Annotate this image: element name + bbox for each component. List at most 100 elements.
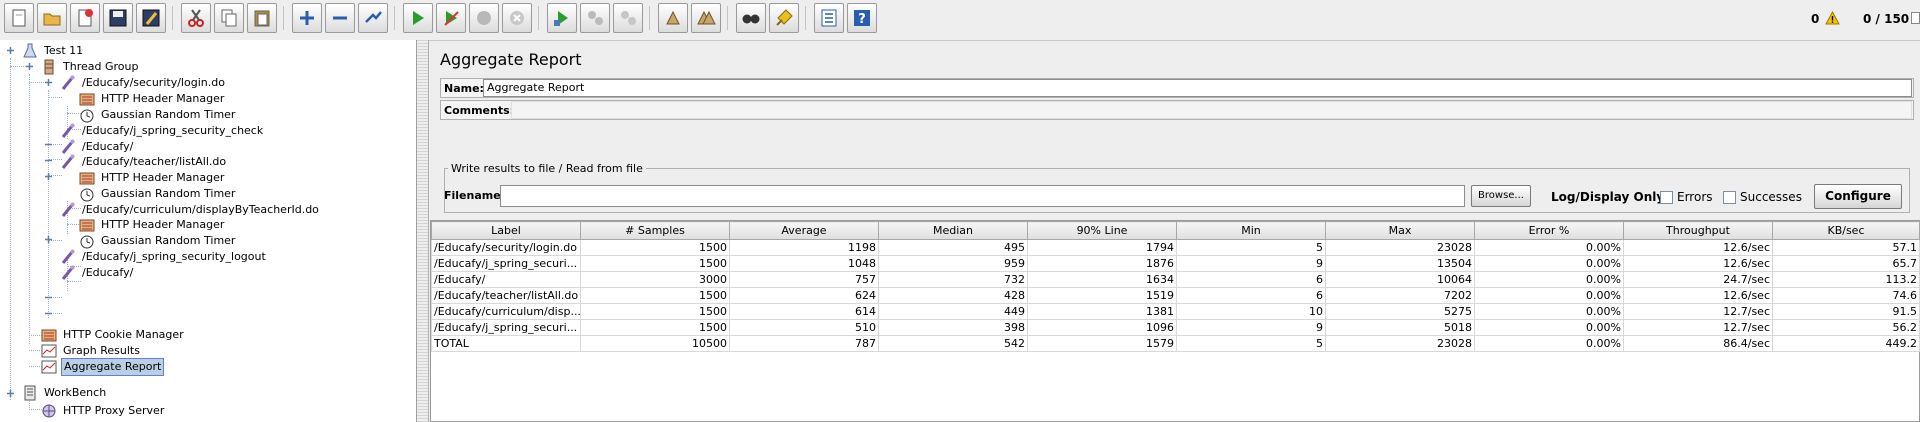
save-as-icon[interactable] <box>136 3 166 33</box>
split-pane-divider[interactable] <box>417 40 429 422</box>
expand-toggle-icon[interactable] <box>44 172 53 181</box>
table-cell: 5 <box>1176 239 1326 256</box>
comments-row: Comments: <box>440 100 1914 120</box>
table-cell: 1198 <box>729 239 879 256</box>
table-row[interactable]: /Educafy/j_spring_securi... 1500 1048 959 18… <box>431 255 1920 272</box>
tree-node-label: Aggregate Report <box>61 358 165 376</box>
configure-button[interactable]: Configure <box>1814 184 1902 209</box>
collapse-toggle-icon[interactable] <box>44 140 53 149</box>
table-cell: /Educafy/j_spring_securi... <box>431 319 581 336</box>
expand-toggle-icon[interactable] <box>6 46 15 55</box>
toggle-icon[interactable] <box>358 3 388 33</box>
remote-shutdown-icon[interactable] <box>613 3 643 33</box>
table-cell: 1500 <box>580 303 730 320</box>
timer-icon <box>80 109 94 123</box>
table-cell: 86.4/sec <box>1623 335 1773 352</box>
running-indicator <box>1911 12 1920 24</box>
header-manager-icon <box>79 93 95 106</box>
table-cell: 542 <box>878 335 1028 352</box>
table-cell: 1500 <box>580 287 730 304</box>
header-manager-icon <box>79 172 95 185</box>
table-cell: 24.7/sec <box>1623 271 1773 288</box>
cookie-manager-icon <box>41 329 57 342</box>
table-row[interactable]: /Educafy/j_spring_securi... 1500 510 398 109… <box>431 319 1920 336</box>
table-row[interactable]: /Educafy/teacher/listAll.do 1500 624 428 151… <box>431 287 1920 304</box>
help-icon[interactable]: ? <box>847 3 877 33</box>
proxy-icon <box>42 404 56 418</box>
column-header[interactable]: 90% Line <box>1027 221 1177 240</box>
table-cell: 0.00% <box>1474 271 1624 288</box>
table-cell: /Educafy/curriculum/disp... <box>431 303 581 320</box>
table-cell: 65.7 <box>1772 255 1920 272</box>
svg-text:?: ? <box>858 12 866 27</box>
table-cell: 0.00% <box>1474 319 1624 336</box>
table-row[interactable]: /Educafy/curriculum/disp... 1500 614 449 138… <box>431 303 1920 320</box>
tree-node-label: WorkBench <box>44 386 107 399</box>
table-cell: 10064 <box>1325 271 1475 288</box>
expand-toggle-icon[interactable] <box>44 78 53 87</box>
open-icon[interactable] <box>37 3 67 33</box>
table-cell: 1500 <box>580 319 730 336</box>
expand-toggle-icon[interactable] <box>25 62 34 71</box>
table-row[interactable]: /Educafy/3000 757 732 1634 6 10064 0.00% 24.7/s… <box>431 271 1920 288</box>
table-cell: 1794 <box>1027 239 1177 256</box>
table-cell: 959 <box>878 255 1028 272</box>
expand-toggle-icon[interactable] <box>44 235 53 244</box>
copy-icon[interactable] <box>214 3 244 33</box>
successes-checkbox[interactable] <box>1723 191 1736 204</box>
table-cell: 57.1 <box>1772 239 1920 256</box>
stop-icon[interactable] <box>469 3 499 33</box>
search-icon[interactable] <box>736 3 766 33</box>
remote-start-icon[interactable] <box>547 3 577 33</box>
table-cell: TOTAL <box>431 335 581 352</box>
table-row[interactable]: TOTAL 10500 787 542 1579 5 23028 0.00% 86.4/sec 4… <box>431 335 1920 352</box>
new-icon[interactable] <box>4 3 34 33</box>
expand-toggle-icon[interactable] <box>6 389 15 398</box>
browse-button[interactable]: Browse... <box>1471 185 1531 207</box>
timer-icon <box>80 235 94 249</box>
start-no-pauses-icon[interactable] <box>436 3 466 33</box>
column-header[interactable]: Error % <box>1474 221 1624 240</box>
column-header[interactable]: Median <box>878 221 1028 240</box>
name-input[interactable]: Aggregate Report <box>483 79 1912 97</box>
start-icon[interactable] <box>403 3 433 33</box>
sampler-icon <box>61 202 75 217</box>
remote-stop-icon[interactable] <box>580 3 610 33</box>
table-cell: 787 <box>729 335 879 352</box>
shutdown-icon[interactable] <box>502 3 532 33</box>
save-icon[interactable] <box>103 3 133 33</box>
filename-input[interactable] <box>500 185 1465 207</box>
collapse-toggle-icon[interactable] <box>44 293 53 302</box>
collapse-toggle-icon[interactable] <box>44 156 53 165</box>
column-header[interactable]: Average <box>729 221 879 240</box>
table-cell: 23028 <box>1325 239 1475 256</box>
column-header[interactable]: Label <box>431 221 581 240</box>
column-header[interactable]: Throughput <box>1623 221 1773 240</box>
function-helper-icon[interactable] <box>814 3 844 33</box>
table-row[interactable]: /Educafy/security/login.do 1500 1198 495 179… <box>431 239 1920 256</box>
expand-icon[interactable] <box>292 3 322 33</box>
column-header[interactable]: KB/sec <box>1772 221 1920 240</box>
paste-icon[interactable] <box>247 3 277 33</box>
clear-all-icon[interactable] <box>691 3 721 33</box>
comments-label: Comments: <box>444 104 515 117</box>
clear-icon[interactable] <box>658 3 688 33</box>
table-cell: 10 <box>1176 303 1326 320</box>
column-header[interactable]: Max <box>1325 221 1475 240</box>
collapse-toggle-icon[interactable] <box>44 309 53 318</box>
column-header[interactable]: Min <box>1176 221 1326 240</box>
warning-icon[interactable] <box>1825 11 1840 25</box>
reset-search-icon[interactable] <box>769 3 799 33</box>
collapse-icon[interactable] <box>325 3 355 33</box>
test-plan-tree: Test 11 Thread Group /Educafy/security/l… <box>0 40 417 422</box>
cut-icon[interactable] <box>181 3 211 33</box>
tree-node-label: HTTP Proxy Server <box>63 404 165 417</box>
comments-input[interactable] <box>511 101 1912 119</box>
name-label: Name: <box>444 82 484 95</box>
close-icon[interactable] <box>70 3 100 33</box>
table-cell: 0.00% <box>1474 335 1624 352</box>
column-header[interactable]: # Samples <box>580 221 730 240</box>
table-cell: 6 <box>1176 271 1326 288</box>
errors-checkbox[interactable] <box>1660 191 1673 204</box>
sampler-icon <box>61 75 75 90</box>
